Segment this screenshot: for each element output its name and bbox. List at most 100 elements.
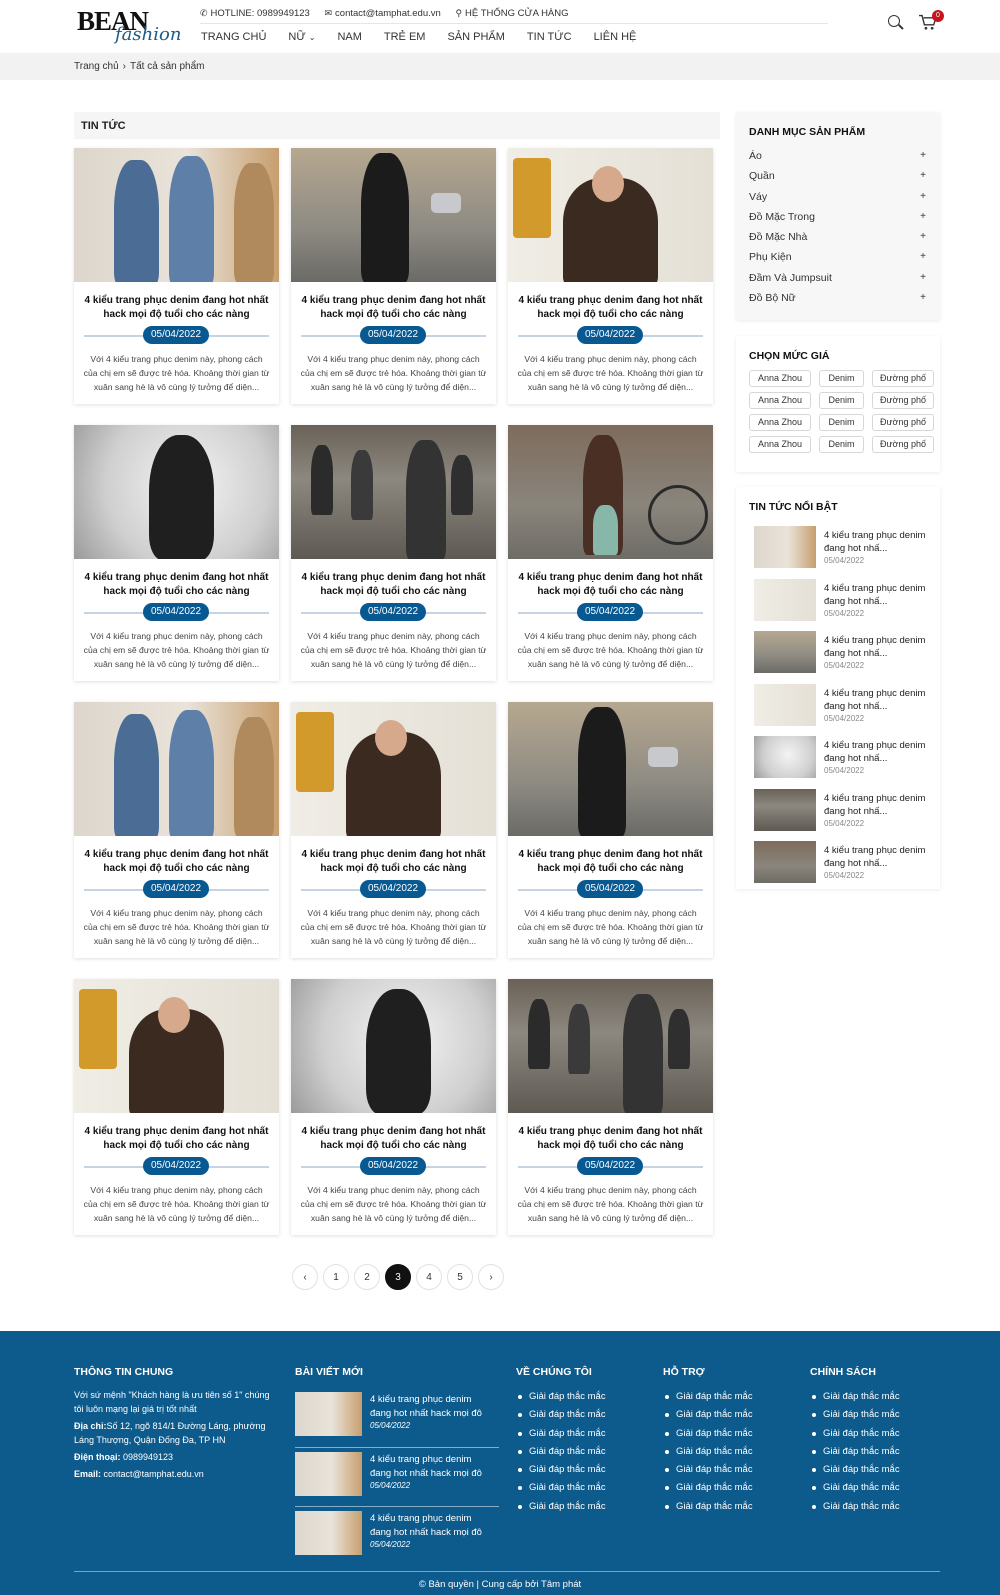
news-card-title[interactable]: 4 kiểu trang phục denim đang hot nhất ha… [82, 848, 271, 876]
footer-link[interactable]: Giải đáp thắc mắc [516, 1479, 606, 1497]
footer-link[interactable]: Giải đáp thắc mắc [810, 1443, 900, 1461]
footer-link[interactable]: Giải đáp thắc mắc [516, 1498, 606, 1516]
news-card-image[interactable] [508, 148, 713, 282]
news-card[interactable]: 4 kiểu trang phục denim đang hot nhất ha… [74, 702, 279, 958]
featured-news-item[interactable]: 4 kiểu trang phục denim đang hot nhấ... 0… [749, 679, 927, 732]
nav-women[interactable]: NỮ ⌄ [288, 31, 315, 43]
featured-news-thumb[interactable] [754, 841, 816, 883]
news-card-image[interactable] [508, 425, 713, 559]
news-card[interactable]: 4 kiểu trang phục denim đang hot nhất ha… [291, 702, 496, 958]
footer-post-item[interactable]: 4 kiểu trang phục denim đang hot nhất ha… [295, 1388, 499, 1448]
nav-home[interactable]: TRANG CHỦ [201, 31, 266, 43]
footer-link[interactable]: Giải đáp thắc mắc [663, 1443, 753, 1461]
featured-news-item-title[interactable]: 4 kiểu trang phục denim đang hot nhấ... [824, 739, 934, 765]
store-system-link[interactable]: HỆ THỐNG CỬA HÀNG [465, 8, 568, 19]
featured-news-item-title[interactable]: 4 kiểu trang phục denim đang hot nhấ... [824, 529, 934, 555]
email-value[interactable]: contact@tamphat.edu.vn [101, 1469, 204, 1479]
featured-news-item-title[interactable]: 4 kiểu trang phục denim đang hot nhấ... [824, 792, 934, 818]
featured-news-thumb[interactable] [754, 526, 816, 568]
search-icon[interactable] [888, 15, 904, 31]
cart-icon[interactable]: 0 [918, 10, 944, 32]
page-link-current[interactable]: 3 [385, 1264, 411, 1290]
nav-men[interactable]: NAM [337, 31, 361, 43]
breadcrumb-home[interactable]: Trang chủ [74, 61, 119, 72]
filter-tag[interactable]: Denim [819, 414, 864, 431]
footer-link[interactable]: Giải đáp thắc mắc [810, 1425, 900, 1443]
footer-post-thumb[interactable] [295, 1451, 362, 1496]
footer-post-thumb[interactable] [295, 1392, 362, 1436]
footer-link[interactable]: Giải đáp thắc mắc [663, 1388, 753, 1406]
news-card[interactable]: 4 kiểu trang phục denim đang hot nhất ha… [74, 979, 279, 1235]
news-card[interactable]: 4 kiểu trang phục denim đang hot nhất ha… [74, 148, 279, 404]
plus-icon[interactable]: + [920, 207, 926, 227]
featured-news-item-title[interactable]: 4 kiểu trang phục denim đang hot nhấ... [824, 844, 934, 870]
plus-icon[interactable]: + [920, 166, 926, 186]
footer-post-title[interactable]: 4 kiểu trang phục denim đang hot nhất ha… [370, 1453, 494, 1481]
news-card-title[interactable]: 4 kiểu trang phục denim đang hot nhất ha… [516, 848, 705, 876]
news-card[interactable]: 4 kiểu trang phục denim đang hot nhất ha… [291, 979, 496, 1235]
nav-news[interactable]: TIN TỨC [527, 31, 572, 43]
news-card-image[interactable] [74, 425, 279, 559]
plus-icon[interactable]: + [920, 146, 926, 166]
category-item[interactable]: Đầm Và Jumpsuit + [749, 268, 927, 288]
category-item[interactable]: Đồ Mặc Trong + [749, 207, 927, 227]
plus-icon[interactable]: + [920, 268, 926, 288]
filter-tag[interactable]: Anna Zhou [749, 414, 811, 431]
featured-news-item[interactable]: 4 kiểu trang phục denim đang hot nhấ... 0… [749, 731, 927, 784]
footer-link[interactable]: Giải đáp thắc mắc [516, 1406, 606, 1424]
plus-icon[interactable]: + [920, 227, 926, 247]
footer-link[interactable]: Giải đáp thắc mắc [810, 1498, 900, 1516]
next-page-button[interactable]: › [478, 1264, 504, 1290]
footer-link[interactable]: Giải đáp thắc mắc [516, 1388, 606, 1406]
featured-news-thumb[interactable] [754, 788, 816, 831]
site-logo[interactable]: BEAN fashion [77, 6, 181, 46]
news-card-image[interactable] [508, 979, 713, 1113]
filter-tag[interactable]: Denim [819, 370, 864, 387]
news-card-title[interactable]: 4 kiểu trang phục denim đang hot nhất ha… [299, 294, 488, 322]
news-card-title[interactable]: 4 kiểu trang phục denim đang hot nhất ha… [82, 1125, 271, 1153]
featured-news-item[interactable]: 4 kiểu trang phục denim đang hot nhấ... 0… [749, 574, 927, 627]
news-card[interactable]: 4 kiểu trang phục denim đang hot nhất ha… [291, 148, 496, 404]
featured-news-item-title[interactable]: 4 kiểu trang phục denim đang hot nhấ... [824, 687, 934, 713]
footer-link[interactable]: Giải đáp thắc mắc [810, 1461, 900, 1479]
news-card-image[interactable] [291, 425, 496, 559]
footer-link[interactable]: Giải đáp thắc mắc [663, 1425, 753, 1443]
filter-tag[interactable]: Đường phố [872, 414, 934, 431]
footer-link[interactable]: Giải đáp thắc mắc [516, 1461, 606, 1479]
footer-post-item[interactable]: 4 kiểu trang phục denim đang hot nhất ha… [295, 1507, 499, 1567]
plus-icon[interactable]: + [920, 288, 926, 308]
featured-news-item[interactable]: 4 kiểu trang phục denim đang hot nhấ... 0… [749, 784, 927, 837]
nav-kids[interactable]: TRẺ EM [384, 31, 426, 43]
category-item[interactable]: Áo + [749, 146, 927, 166]
prev-page-button[interactable]: ‹ [292, 1264, 318, 1290]
featured-news-item[interactable]: 4 kiểu trang phục denim đang hot nhấ... 0… [749, 521, 927, 574]
footer-post-title[interactable]: 4 kiểu trang phục denim đang hot nhất ha… [370, 1512, 494, 1540]
filter-tag[interactable]: Denim [819, 436, 864, 453]
news-card-image[interactable] [508, 702, 713, 836]
news-card[interactable]: 4 kiểu trang phục denim đang hot nhất ha… [508, 702, 713, 958]
filter-tag[interactable]: Anna Zhou [749, 436, 811, 453]
phone-value[interactable]: 0989949123 [121, 1452, 173, 1462]
news-card-title[interactable]: 4 kiểu trang phục denim đang hot nhất ha… [516, 1125, 705, 1153]
news-card[interactable]: 4 kiểu trang phục denim đang hot nhất ha… [508, 425, 713, 681]
featured-news-item-title[interactable]: 4 kiểu trang phục denim đang hot nhấ... [824, 582, 934, 608]
news-card-title[interactable]: 4 kiểu trang phục denim đang hot nhất ha… [82, 294, 271, 322]
footer-link[interactable]: Giải đáp thắc mắc [810, 1388, 900, 1406]
news-card-image[interactable] [74, 979, 279, 1113]
news-card[interactable]: 4 kiểu trang phục denim đang hot nhất ha… [74, 425, 279, 681]
featured-news-thumb[interactable] [754, 736, 816, 778]
news-card-image[interactable] [74, 148, 279, 282]
footer-link[interactable]: Giải đáp thắc mắc [663, 1479, 753, 1497]
featured-news-item[interactable]: 4 kiểu trang phục denim đang hot nhấ... 0… [749, 626, 927, 679]
news-card-title[interactable]: 4 kiểu trang phục denim đang hot nhất ha… [299, 848, 488, 876]
news-card-title[interactable]: 4 kiểu trang phục denim đang hot nhất ha… [82, 571, 271, 599]
filter-tag[interactable]: Denim [819, 392, 864, 409]
featured-news-thumb[interactable] [754, 631, 816, 673]
page-link-4[interactable]: 4 [416, 1264, 442, 1290]
category-item[interactable]: Váy + [749, 187, 927, 207]
news-card[interactable]: 4 kiểu trang phục denim đang hot nhất ha… [508, 979, 713, 1235]
plus-icon[interactable]: + [920, 187, 926, 207]
footer-link[interactable]: Giải đáp thắc mắc [663, 1461, 753, 1479]
footer-link[interactable]: Giải đáp thắc mắc [810, 1479, 900, 1497]
nav-contact[interactable]: LIÊN HỆ [594, 31, 637, 43]
